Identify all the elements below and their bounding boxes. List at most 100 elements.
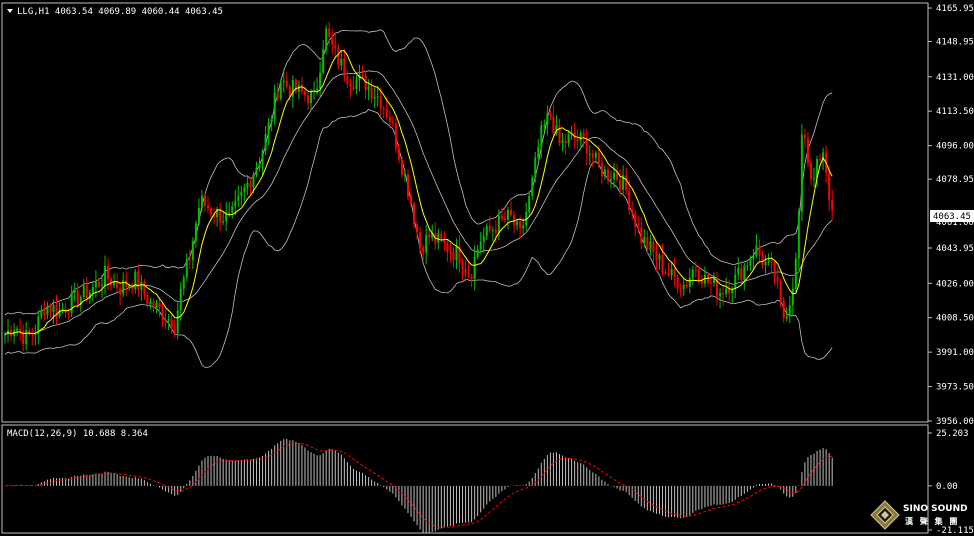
candle-body [643, 237, 646, 244]
candle-body [440, 233, 443, 240]
candle-body [461, 263, 464, 270]
candle-body [470, 276, 473, 279]
candle-body [758, 245, 761, 256]
candle-body [34, 333, 37, 335]
candle-body [494, 229, 497, 234]
candle-body [391, 121, 394, 124]
candle-body [606, 169, 609, 180]
sino-sound-logo: SINO SOUND 漢 聲 集 團 [870, 500, 968, 530]
candle-body [49, 305, 52, 313]
candle-body [697, 270, 700, 281]
candle-body [546, 113, 549, 125]
candle-body [582, 133, 585, 137]
triangle-down-icon[interactable] [7, 9, 13, 13]
candle-body [519, 221, 522, 229]
candle-body [188, 259, 191, 261]
candle-body [143, 281, 146, 295]
current-price-label: 4063.45 [933, 212, 971, 222]
candle-body [576, 138, 579, 141]
candle-body [819, 158, 822, 160]
candle-body [155, 303, 158, 308]
candle-body [752, 255, 755, 260]
candle-body [191, 241, 194, 260]
candle-body [806, 138, 809, 163]
price-tick-label: 3991.00 [936, 348, 974, 358]
candle-body [103, 265, 106, 286]
bollinger-middle-line [4, 70, 833, 335]
candle-body [346, 76, 349, 84]
candle-body [425, 234, 428, 253]
candle-body [325, 28, 328, 50]
candle-body [310, 91, 313, 104]
candle-body [307, 95, 309, 104]
candle-body [500, 215, 503, 219]
candle-body [797, 211, 800, 259]
candle-body [600, 162, 603, 177]
candle-body [231, 206, 234, 213]
sino-sound-diamond-icon [870, 500, 900, 530]
candle-body [452, 252, 455, 260]
candle-body [473, 257, 476, 279]
candle-body [134, 271, 137, 290]
menu-button[interactable] [7, 9, 13, 13]
candle-body [679, 288, 682, 290]
macd-tick-label: -21.115 [936, 526, 974, 536]
candle-body [397, 148, 400, 160]
price-tick-label: 4148.95 [936, 37, 974, 47]
candle-body [140, 281, 143, 290]
bollinger-upper-line [4, 29, 833, 316]
candle-body [182, 277, 185, 289]
candle-body [203, 195, 206, 206]
candle-body [485, 225, 488, 236]
candle-body [258, 164, 261, 168]
candle-body [734, 274, 737, 289]
candle-body [137, 271, 140, 290]
candle-body [616, 172, 619, 180]
price-tick-label: 4078.95 [936, 175, 974, 185]
candle-body [243, 187, 246, 192]
candle-body [782, 300, 785, 319]
candle-body [91, 287, 94, 293]
price-tick-label: 4026.00 [936, 279, 974, 289]
candle-body [100, 285, 103, 287]
candle-body [476, 249, 479, 258]
candle-body [164, 320, 167, 322]
candle-body [613, 172, 616, 180]
candle-body [46, 305, 49, 315]
candle-body [725, 288, 728, 295]
chart-window[interactable]: LLG,H1 4063.54 4069.89 4060.44 4063.45 M… [0, 0, 974, 536]
candle-body [561, 140, 564, 143]
candle-body [658, 255, 661, 260]
candle-body [385, 108, 388, 118]
candle-body [70, 293, 73, 313]
candle-body [340, 58, 343, 66]
candle-body [237, 195, 240, 201]
candle-body [455, 245, 458, 260]
candle-body [376, 96, 379, 98]
candle-body [652, 241, 655, 252]
candle-body [746, 265, 749, 267]
candle-body [506, 209, 509, 220]
price-tick-label: 4043.95 [936, 244, 974, 254]
candle-body [467, 272, 470, 277]
candle-body [19, 328, 22, 332]
candle-body [740, 267, 743, 280]
candle-body [207, 205, 210, 209]
candle-body [382, 108, 385, 110]
candle-body [300, 84, 303, 92]
candle-body [334, 44, 337, 49]
candle-body [152, 301, 155, 308]
candle-body [767, 260, 770, 262]
candle-body [743, 265, 746, 280]
candle-body [197, 207, 200, 224]
candle-body [303, 91, 306, 96]
macd-pane[interactable] [4, 438, 833, 533]
candle-body [661, 255, 664, 272]
macd-header: MACD(12,26,9) 10.688 8.364 [7, 429, 148, 439]
price-pane[interactable] [4, 21, 834, 368]
candle-body [722, 292, 725, 295]
candle-body [437, 233, 440, 243]
candle-body [510, 209, 513, 215]
candle-body [813, 178, 816, 180]
candle-body [179, 288, 182, 311]
